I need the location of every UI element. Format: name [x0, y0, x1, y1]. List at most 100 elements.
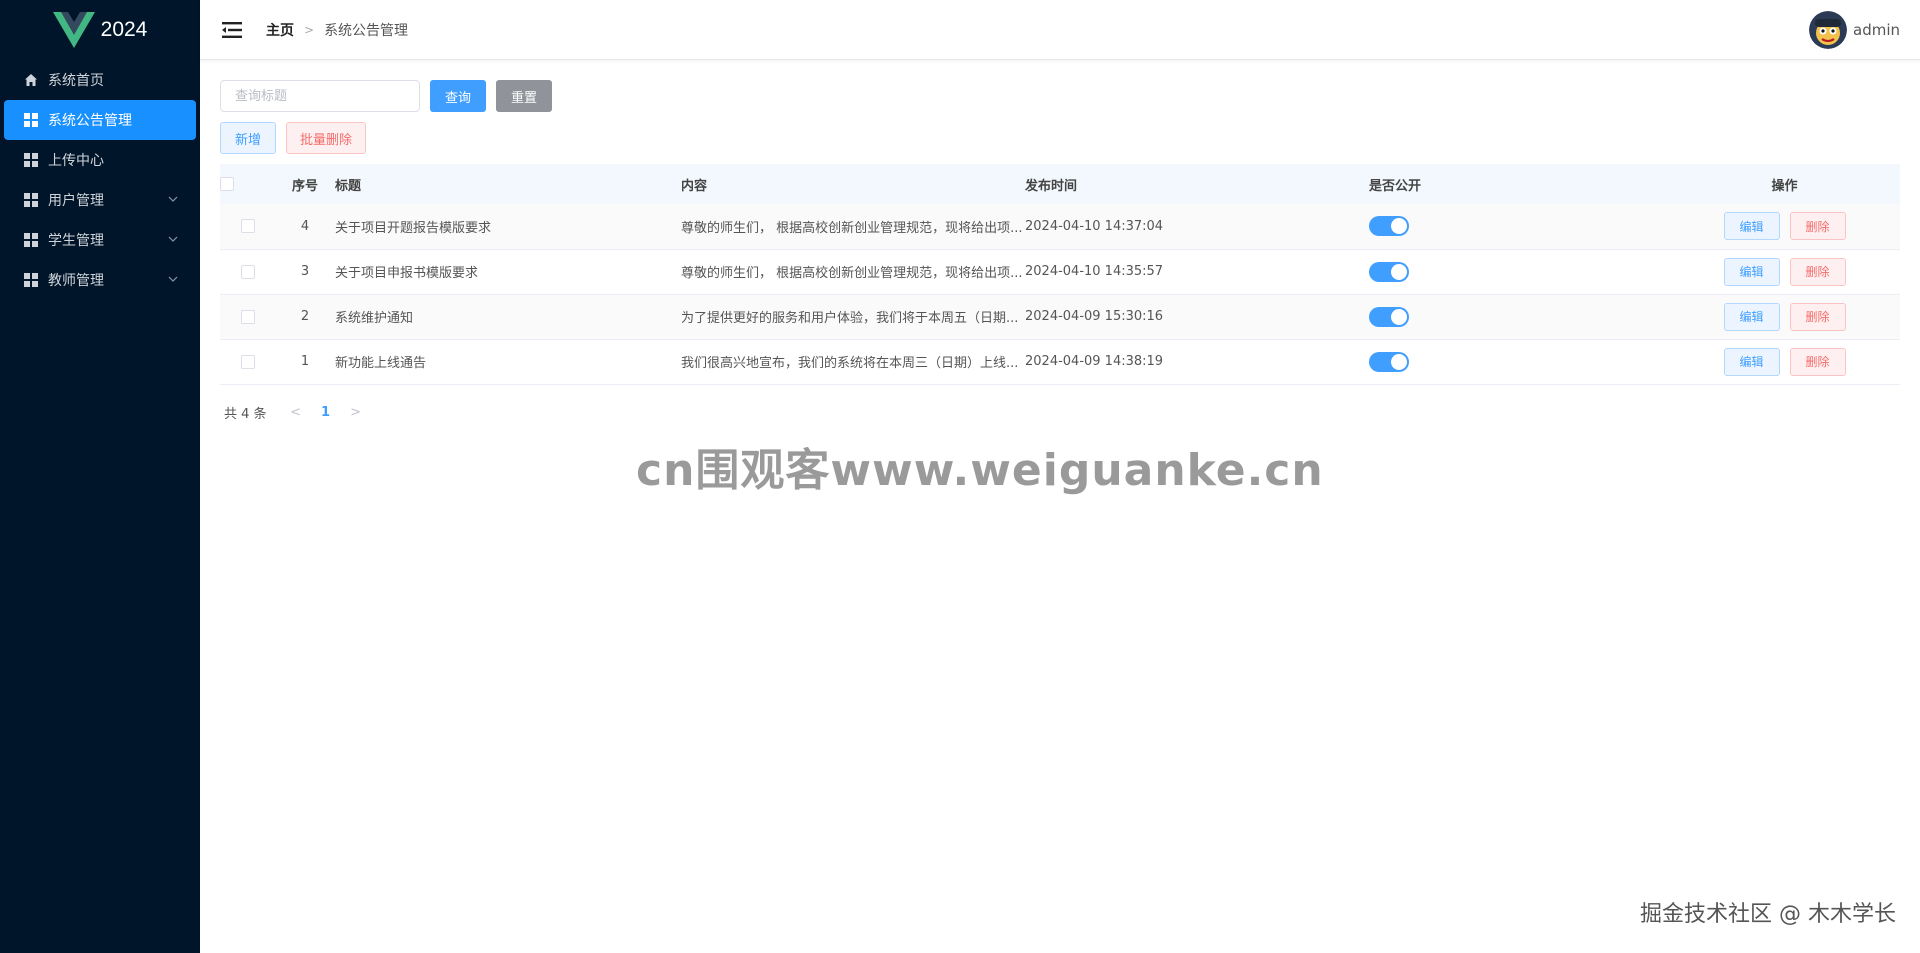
chevron-down-icon [168, 276, 178, 282]
row-checkbox[interactable] [240, 354, 255, 369]
sidebar-item-label: 学生管理 [48, 233, 104, 249]
row-checkbox[interactable] [240, 219, 255, 234]
breadcrumb-home-link[interactable]: 主页 [266, 20, 294, 40]
row-time: 2024-04-09 15:30:16 [1025, 294, 1369, 340]
row-time: 2024-04-10 14:37:04 [1025, 204, 1369, 250]
row-content: 尊敬的师生们， 根据高校创新创业管理规范，现将给出项... [681, 249, 1025, 295]
sidebar-item-student-management[interactable]: 学生管理 [4, 220, 196, 260]
username[interactable]: admin [1853, 21, 1900, 39]
row-select-cell [220, 249, 275, 295]
next-page-icon[interactable]: > [341, 405, 371, 420]
logo-text: 2024 [100, 18, 148, 41]
edit-button[interactable]: 编辑 [1723, 257, 1780, 286]
delete-button[interactable]: 删除 [1789, 302, 1846, 331]
pagination: 共 4 条 < 1 > [220, 403, 1900, 422]
breadcrumb-separator: > [304, 22, 315, 37]
row-checkbox[interactable] [240, 264, 255, 279]
batch-delete-button[interactable]: 批量删除 [286, 122, 366, 154]
avatar[interactable] [1809, 11, 1847, 49]
watermark-corner: 掘金技术社区 @ 木木学长 [1640, 902, 1896, 927]
notice-table: 序号 标题 内容 发布时间 是否公开 操作 4 关于项目开题报告模版要求 尊敬的… [220, 164, 1900, 385]
column-header-title: 标题 [335, 164, 681, 204]
select-all-cell [220, 164, 275, 204]
search-title-input[interactable] [220, 80, 420, 112]
row-select-cell [220, 294, 275, 340]
row-public-cell [1369, 249, 1669, 295]
row-content: 我们很高兴地宣布，我们的系统将在本周三（日期）上线... [681, 339, 1025, 385]
grid-icon [24, 233, 38, 247]
grid-icon [24, 153, 38, 167]
table-row: 2 系统维护通知 为了提供更好的服务和用户体验，我们将于本周五（日期... 20… [220, 294, 1900, 340]
chevron-down-icon [168, 196, 178, 202]
row-index: 3 [275, 249, 335, 295]
home-icon [24, 73, 38, 87]
sidebar-item-teacher-management[interactable]: 教师管理 [4, 260, 196, 300]
row-public-cell [1369, 294, 1669, 340]
logo[interactable]: 2024 [0, 0, 200, 60]
row-time: 2024-04-09 14:38:19 [1025, 339, 1369, 385]
sidebar-item-upload-center[interactable]: 上传中心 [4, 140, 196, 180]
reset-button[interactable]: 重置 [496, 80, 552, 112]
grid-icon [24, 273, 38, 287]
row-index: 2 [275, 294, 335, 340]
public-toggle[interactable] [1369, 261, 1409, 282]
row-time: 2024-04-10 14:35:57 [1025, 249, 1369, 295]
row-title: 关于项目开题报告模版要求 [335, 204, 681, 250]
sidebar-item-label: 系统公告管理 [48, 113, 132, 129]
column-header-index: 序号 [275, 164, 335, 204]
watermark-center: cn围观客www.weiguanke.cn [636, 445, 1324, 496]
public-toggle[interactable] [1369, 351, 1409, 372]
page-number[interactable]: 1 [311, 405, 341, 420]
action-bar: 新增 批量删除 [220, 122, 1900, 154]
row-title: 系统维护通知 [335, 294, 681, 340]
edit-button[interactable]: 编辑 [1723, 212, 1780, 241]
prev-page-icon[interactable]: < [281, 405, 311, 420]
public-toggle[interactable] [1369, 306, 1409, 327]
sidebar-item-notice-management[interactable]: 系统公告管理 [4, 100, 196, 140]
sidebar-item-home[interactable]: 系统首页 [4, 60, 196, 100]
grid-icon [24, 193, 38, 207]
row-actions: 编辑 删除 [1669, 339, 1900, 385]
add-button[interactable]: 新增 [220, 122, 276, 154]
column-header-public: 是否公开 [1369, 164, 1669, 204]
row-actions: 编辑 删除 [1669, 204, 1900, 250]
vue-logo-icon [52, 12, 95, 48]
sidebar-item-user-management[interactable]: 用户管理 [4, 180, 196, 220]
top-header: 主页 > 系统公告管理 admin [200, 0, 1920, 60]
sidebar-item-label: 用户管理 [48, 193, 104, 209]
query-button[interactable]: 查询 [430, 80, 486, 112]
user-menu[interactable]: admin [1809, 11, 1900, 49]
edit-button[interactable]: 编辑 [1723, 302, 1780, 331]
row-select-cell [220, 339, 275, 385]
edit-button[interactable]: 编辑 [1723, 347, 1780, 376]
row-content: 为了提供更好的服务和用户体验，我们将于本周五（日期... [681, 294, 1025, 340]
main-content: 查询 重置 新增 批量删除 序号 标题 内容 发布时间 是否公开 操作 4 关于… [220, 80, 1900, 422]
table-row: 3 关于项目申报书模版要求 尊敬的师生们， 根据高校创新创业管理规范，现将给出项… [220, 249, 1900, 295]
row-content: 尊敬的师生们， 根据高校创新创业管理规范，现将给出项... [681, 204, 1025, 250]
breadcrumb-current: 系统公告管理 [324, 22, 409, 39]
pagination-total: 共 4 条 [224, 406, 267, 422]
row-actions: 编辑 删除 [1669, 249, 1900, 295]
delete-button[interactable]: 删除 [1789, 347, 1846, 376]
grid-icon [24, 113, 38, 127]
chevron-down-icon [168, 236, 178, 242]
search-bar: 查询 重置 [220, 80, 1900, 112]
column-header-time: 发布时间 [1025, 164, 1369, 204]
collapse-menu-icon[interactable] [222, 21, 244, 39]
select-all-checkbox[interactable] [220, 177, 234, 191]
delete-button[interactable]: 删除 [1789, 257, 1846, 286]
breadcrumb: 主页 > 系统公告管理 [266, 20, 408, 40]
table-row: 4 关于项目开题报告模版要求 尊敬的师生们， 根据高校创新创业管理规范，现将给出… [220, 204, 1900, 250]
public-toggle[interactable] [1369, 216, 1409, 237]
table-row: 1 新功能上线通告 我们很高兴地宣布，我们的系统将在本周三（日期）上线... 2… [220, 339, 1900, 385]
row-checkbox[interactable] [240, 309, 255, 324]
sidebar-item-label: 系统首页 [48, 73, 104, 89]
table-header-row: 序号 标题 内容 发布时间 是否公开 操作 [220, 164, 1900, 204]
row-select-cell [220, 204, 275, 250]
row-title: 新功能上线通告 [335, 339, 681, 385]
delete-button[interactable]: 删除 [1789, 212, 1846, 241]
sidebar-menu: 系统首页 系统公告管理 上传中心 用户管理 学生管理 教师管理 [0, 60, 200, 300]
row-index: 1 [275, 339, 335, 385]
row-index: 4 [275, 204, 335, 250]
row-public-cell [1369, 204, 1669, 250]
